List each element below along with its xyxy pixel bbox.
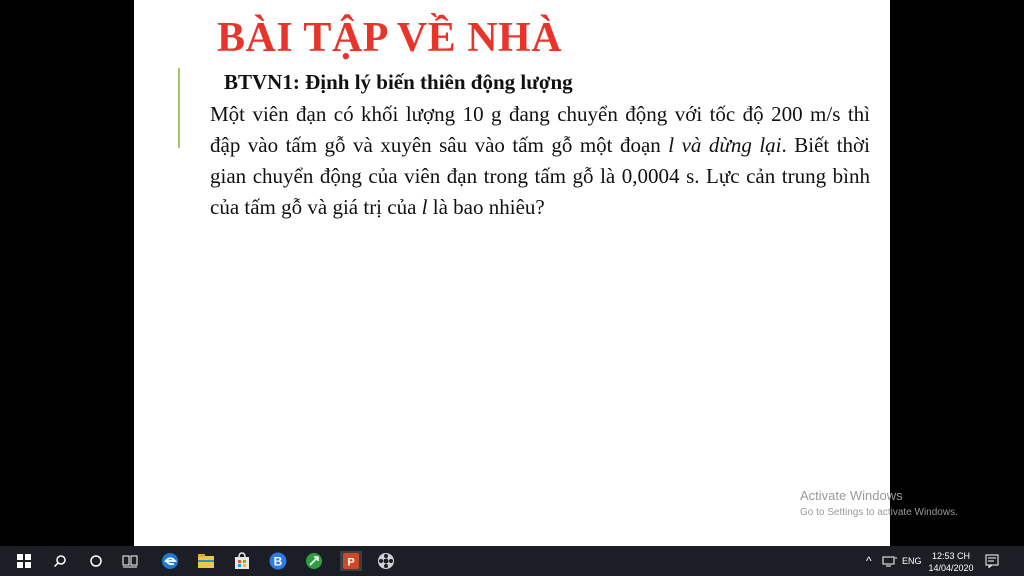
svg-text:B: B (274, 555, 283, 569)
svg-text:P: P (347, 557, 354, 569)
accent-line (178, 68, 180, 148)
edge-browser-icon[interactable] (160, 551, 180, 571)
task-view-icon[interactable] (120, 551, 140, 571)
file-explorer-icon[interactable] (196, 551, 216, 571)
language-indicator[interactable]: ENG (902, 546, 922, 576)
clock-date: 14/04/2020 (928, 563, 974, 573)
notification-center-icon[interactable] (982, 551, 1002, 571)
taskbar: B P ^ ENG 12:53 CH 14/04/2020 (0, 546, 1024, 576)
media-player-icon[interactable] (376, 551, 396, 571)
slide: BÀI TẬP VỀ NHÀ BTVN1: Định lý biến thiên… (134, 0, 890, 546)
slide-subtitle: BTVN1: Định lý biến thiên động lượng (224, 70, 573, 94)
cortana-icon[interactable] (86, 551, 106, 571)
clock-time: 12:53 CH (931, 551, 971, 561)
system-clock[interactable]: 12:53 CH 14/04/2020 (926, 550, 976, 574)
store-icon[interactable] (232, 551, 252, 571)
network-icon[interactable] (880, 551, 900, 571)
problem-text-part3: là bao nhiêu? (427, 195, 545, 219)
powerpoint-icon[interactable]: P (340, 551, 362, 571)
problem-italic-phrase: và dừng lại (674, 133, 782, 157)
watermark-line2: Go to Settings to activate Windows. (800, 507, 958, 518)
app-b-icon[interactable]: B (268, 551, 288, 571)
watermark-line1: Activate Windows (800, 488, 903, 503)
problem-text: Một viên đạn có khối lượng 10 g đang chu… (210, 99, 870, 223)
windows-start-icon[interactable] (14, 551, 34, 571)
search-icon[interactable] (50, 551, 70, 571)
activation-watermark: Activate Windows Go to Settings to activ… (800, 488, 958, 518)
tray-overflow-caret[interactable]: ^ (866, 546, 872, 576)
green-app-icon[interactable] (304, 551, 324, 571)
slide-title: BÀI TẬP VỀ NHÀ (217, 15, 563, 61)
